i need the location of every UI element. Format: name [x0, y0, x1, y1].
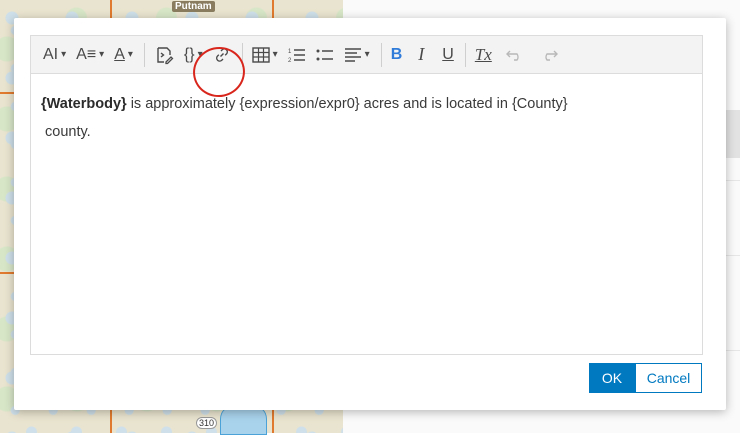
italic-icon: I: [418, 44, 425, 64]
svg-text:2: 2: [288, 58, 292, 63]
cancel-button[interactable]: Cancel: [635, 363, 702, 393]
underline-icon: U: [442, 45, 454, 63]
undo-button[interactable]: [502, 40, 528, 70]
clear-format-button[interactable]: Tx: [471, 40, 496, 70]
insert-field-dropdown[interactable]: {} ▾: [180, 40, 207, 70]
field-token-waterbody: {Waterbody}: [41, 96, 127, 112]
chevron-down-icon: ▾: [99, 49, 105, 60]
expression-token: {expression/expr0}: [239, 96, 360, 112]
rich-text-editor: AI ▾ A≡ ▾ A ▾ {} ▾ ▾ 1 2 ▾ B I U Tx {Wat…: [30, 35, 703, 355]
font-size-icon: AI: [43, 45, 59, 63]
heading-icon: A≡: [76, 45, 97, 63]
redo-button[interactable]: [536, 40, 562, 70]
text-editor-dialog: AI ▾ A≡ ▾ A ▾ {} ▾ ▾ 1 2 ▾ B I U Tx {Wat…: [14, 18, 726, 410]
clear-format-icon: Tx: [474, 44, 492, 64]
svg-text:1: 1: [288, 49, 292, 55]
align-left-icon: [344, 47, 362, 63]
insert-expression-button[interactable]: [150, 40, 178, 70]
dialog-actions: OK Cancel: [589, 363, 702, 393]
toolbar-divider: [380, 42, 382, 67]
font-color-dropdown[interactable]: A ▾: [110, 40, 137, 70]
map-place-label: Putnam: [172, 1, 215, 12]
field-token-county: {County}: [511, 96, 568, 112]
align-dropdown[interactable]: ▾: [340, 40, 374, 70]
content-text: acres and is located in: [359, 96, 512, 112]
editor-toolbar: AI ▾ A≡ ▾ A ▾ {} ▾ ▾ 1 2 ▾ B I U Tx: [31, 36, 702, 74]
numbered-list-button[interactable]: 1 2: [284, 40, 310, 70]
numbered-list-icon: 1 2: [288, 47, 306, 63]
ok-button[interactable]: OK: [589, 363, 635, 393]
content-text: is approximately: [126, 96, 240, 112]
italic-button[interactable]: I: [414, 40, 428, 70]
map-road-number: 310: [196, 417, 218, 429]
panel-tab[interactable]: [726, 110, 740, 158]
undo-icon: [505, 48, 524, 62]
chevron-down-icon: ▾: [364, 49, 370, 60]
table-icon: [251, 46, 270, 63]
content-line: {Waterbody} is approximately {expression…: [41, 90, 692, 118]
chevron-down-icon: ▾: [197, 49, 203, 60]
font-size-dropdown[interactable]: AI ▾: [39, 40, 70, 70]
bullet-list-button[interactable]: [312, 40, 338, 70]
bold-button[interactable]: B: [387, 40, 407, 70]
toolbar-divider: [143, 42, 145, 67]
editor-content[interactable]: {Waterbody} is approximately {expression…: [31, 74, 702, 146]
table-dropdown[interactable]: ▾: [248, 40, 282, 70]
redo-icon: [540, 48, 558, 62]
content-line: county.: [45, 124, 91, 140]
chevron-down-icon: ▾: [127, 49, 133, 60]
expression-icon: [154, 45, 174, 65]
link-icon: [213, 46, 231, 64]
chevron-down-icon: ▾: [272, 49, 278, 60]
underline-button[interactable]: U: [438, 40, 458, 70]
toolbar-divider: [464, 42, 466, 67]
toolbar-divider: [241, 42, 243, 67]
chevron-down-icon: ▾: [61, 49, 67, 60]
heading-dropdown[interactable]: A≡ ▾: [72, 40, 108, 70]
link-button[interactable]: [209, 40, 235, 70]
font-color-icon: A: [114, 45, 125, 63]
bold-icon: B: [390, 45, 403, 63]
bullet-list-icon: [316, 47, 334, 63]
field-icon: {}: [183, 45, 195, 63]
